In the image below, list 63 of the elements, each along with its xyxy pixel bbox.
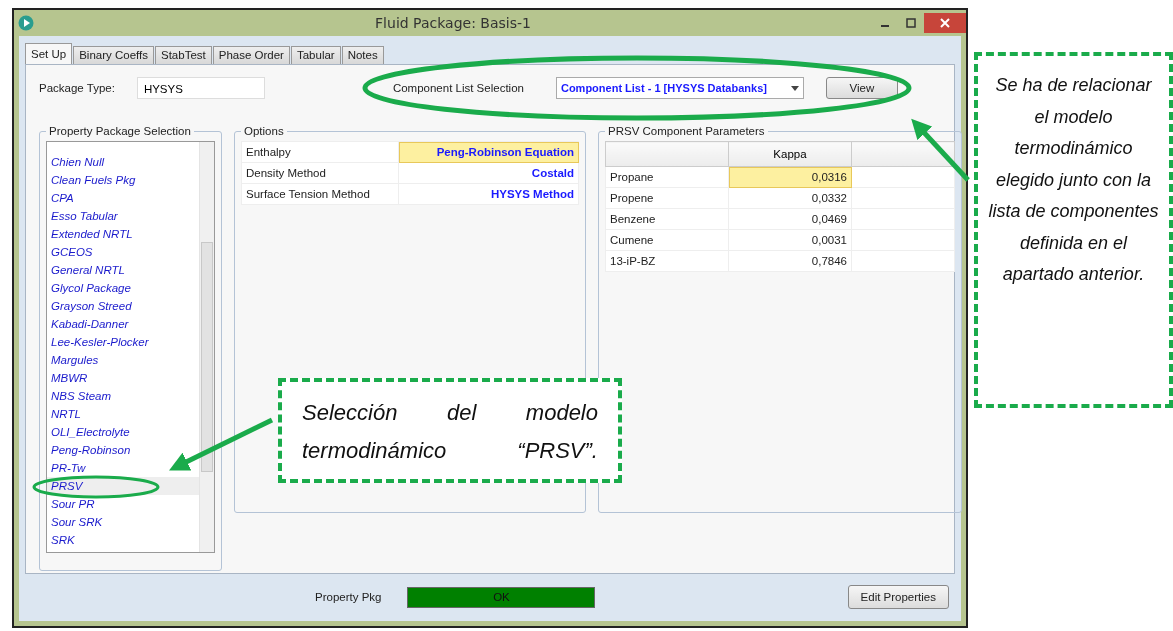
table-cell: Density Method xyxy=(241,162,399,184)
list-item[interactable]: Sour PR xyxy=(47,495,199,513)
status-label: Property Pkg xyxy=(315,591,382,603)
list-item[interactable]: Chien Null xyxy=(47,153,199,171)
list-item[interactable]: PR-Tw xyxy=(47,459,199,477)
tab[interactable]: Binary Coeffs xyxy=(73,46,154,64)
list-item[interactable]: Sour SRK xyxy=(47,513,199,531)
field-label: Package Type: xyxy=(39,82,115,94)
table-cell: Propene xyxy=(605,187,729,209)
group-title: PRSV Component Parameters xyxy=(607,125,766,137)
edit-properties-button[interactable]: Edit Properties xyxy=(847,585,949,609)
list-item[interactable]: Clean Fuels Pkg xyxy=(47,171,199,189)
table-cell: Propane xyxy=(605,166,729,188)
list-item[interactable]: Grayson Streed xyxy=(47,297,199,315)
tab[interactable]: Tabular xyxy=(290,46,341,64)
table-cell[interactable]: 0,0031 xyxy=(728,229,852,251)
list-item[interactable]: Kabadi-Danner xyxy=(47,315,199,333)
caret-icon xyxy=(790,85,799,91)
table-cell: Benzene xyxy=(605,208,729,230)
table-cell[interactable]: 0,7846 xyxy=(728,250,852,272)
table-cell: 13-iP-BZ xyxy=(605,250,729,272)
arrow xyxy=(911,118,970,182)
list-item[interactable]: Peng-Robinson xyxy=(47,441,199,459)
close-button[interactable] xyxy=(924,13,966,33)
table-cell: Enthalpy xyxy=(241,141,399,163)
table-cell[interactable]: Costald xyxy=(398,162,579,184)
list-item[interactable]: GCEOS xyxy=(47,243,199,261)
list-item[interactable]: General NRTL xyxy=(47,261,199,279)
tab[interactable]: Phase Order xyxy=(212,46,290,64)
status-indicator: OK xyxy=(407,586,596,608)
window-title: Fluid Package: Basis-1 xyxy=(374,15,532,31)
close-icon xyxy=(940,18,950,28)
table-cell[interactable]: Peng-Robinson Equation xyxy=(398,141,579,163)
tab[interactable]: Set Up xyxy=(25,43,73,64)
list-item[interactable]: Glycol Package xyxy=(47,279,199,297)
input-field[interactable]: HYSYS xyxy=(136,77,265,99)
app-icon xyxy=(18,15,34,31)
table-cell[interactable]: 0,0332 xyxy=(728,187,852,209)
callout-text: Selección del modelo termodinámico “PRSV”. xyxy=(278,378,622,483)
group-title: Property Package Selection xyxy=(48,125,192,137)
tab[interactable]: StabTest xyxy=(155,46,212,64)
group-title: Options xyxy=(243,125,285,137)
list-item[interactable]: CPA xyxy=(47,189,199,207)
dropdown[interactable]: Component List - 1 [HYSYS Databanks] xyxy=(555,77,804,99)
list-item[interactable]: NRTL xyxy=(47,405,199,423)
scrollbar[interactable] xyxy=(199,142,214,552)
list-item[interactable]: MBWR xyxy=(47,369,199,387)
list-item[interactable]: SRK xyxy=(47,531,199,549)
table-cell: Cumene xyxy=(605,229,729,251)
callout-text: Se ha de relacionar el modelo termodinámico elegido junto con la lista de componentes definida en el apartado anterior. xyxy=(974,52,1173,408)
list-item[interactable]: Margules xyxy=(47,351,199,369)
list-item[interactable]: Lee-Kesler-Plocker xyxy=(47,333,199,351)
table-cell: Surface Tension Method xyxy=(241,183,399,205)
field-label: Component List Selection xyxy=(392,82,524,94)
view-button[interactable]: View xyxy=(825,77,898,99)
list-item[interactable]: Extended NRTL xyxy=(47,225,199,243)
list-item[interactable]: Esso Tabular xyxy=(47,207,199,225)
list-item[interactable]: OLI_Electrolyte xyxy=(47,423,199,441)
list-item[interactable]: NBS Steam xyxy=(47,387,199,405)
tab[interactable]: Notes xyxy=(341,46,384,64)
table-cell[interactable]: HYSYS Method xyxy=(398,183,579,205)
table-cell[interactable]: 0,0469 xyxy=(728,208,852,230)
column-header: Kappa xyxy=(728,141,852,167)
